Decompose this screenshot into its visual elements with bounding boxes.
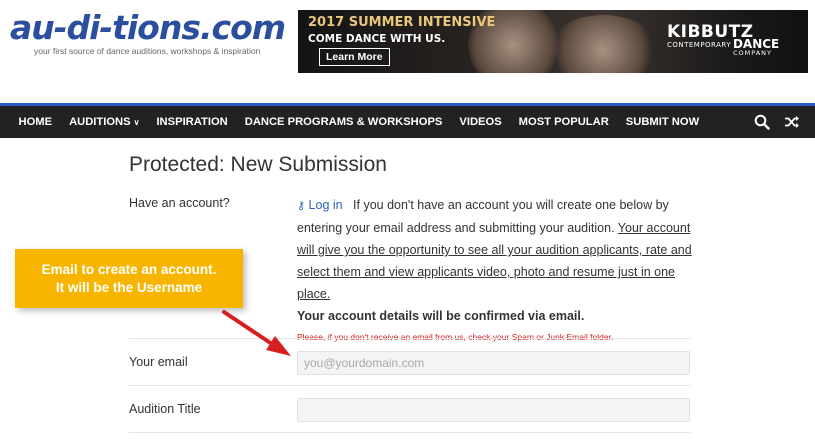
nav-item-home[interactable]: HOME bbox=[10, 106, 61, 138]
have-account-label: Have an account? bbox=[129, 196, 230, 210]
banner-subline: COME DANCE WITH US. bbox=[308, 33, 446, 45]
key-icon[interactable]: ⚷ bbox=[297, 200, 305, 212]
search-icon[interactable] bbox=[754, 114, 770, 130]
site-logo[interactable]: au-di-tions.com your first source of dan… bbox=[10, 10, 286, 57]
divider bbox=[129, 385, 691, 386]
spam-warning-text: Please, if you don't receive an email fr… bbox=[297, 332, 614, 342]
nav-label: SUBMIT NOW bbox=[625, 116, 700, 128]
logo-tagline: your first source of dance auditions, wo… bbox=[34, 46, 261, 56]
callout-line-2: It will be the Username bbox=[55, 280, 203, 295]
learn-more-button[interactable]: Learn More bbox=[319, 48, 390, 66]
audition-title-field[interactable] bbox=[297, 398, 690, 422]
nav-item-auditions[interactable]: AUDITIONS ∨ bbox=[61, 106, 148, 138]
nav-label: DANCE PROGRAMS & WORKSHOPS bbox=[244, 116, 443, 128]
nav-label: VIDEOS bbox=[459, 116, 502, 128]
kibbutz-logo: KIBBUTZ CONTEMPORARY DANCE COMPANY bbox=[667, 24, 779, 58]
callout-line-1: Email to create an account. bbox=[41, 262, 217, 277]
annotation-callout: Email to create an account. It will be t… bbox=[15, 249, 243, 308]
ad-banner[interactable]: 2017 SUMMER INTENSIVE COME DANCE WITH US… bbox=[298, 10, 808, 73]
email-field[interactable] bbox=[297, 351, 690, 375]
shuffle-icon[interactable] bbox=[784, 114, 800, 130]
divider bbox=[129, 338, 691, 339]
nav-item-submit-now[interactable]: SUBMIT NOW bbox=[617, 106, 707, 138]
nav-label: MOST POPULAR bbox=[518, 116, 609, 128]
intro-text: If you don't have an account you will cr… bbox=[297, 198, 669, 235]
confirmation-text: Your account details will be confirmed v… bbox=[297, 309, 585, 323]
divider bbox=[129, 432, 691, 433]
nav-item-dance-programs[interactable]: DANCE PROGRAMS & WORKSHOPS bbox=[236, 106, 451, 138]
nav-label: HOME bbox=[18, 116, 53, 128]
nav-item-inspiration[interactable]: INSPIRATION bbox=[148, 106, 236, 138]
email-label: Your email bbox=[129, 355, 188, 369]
account-info: ⚷ Log in If you don't have an account yo… bbox=[297, 194, 697, 345]
chevron-down-icon: ∨ bbox=[133, 118, 140, 127]
nav-label: INSPIRATION bbox=[156, 116, 228, 128]
nav-item-videos[interactable]: VIDEOS bbox=[451, 106, 510, 138]
dancer-image bbox=[548, 15, 658, 73]
page-title: Protected: New Submission bbox=[129, 153, 387, 176]
nav-item-most-popular[interactable]: MOST POPULAR bbox=[510, 106, 617, 138]
logo-text[interactable]: au-di-tions.com bbox=[10, 10, 286, 46]
nav-label: AUDITIONS bbox=[69, 116, 131, 128]
main-nav: HOME AUDITIONS ∨ INSPIRATION DANCE PROGRA… bbox=[0, 103, 815, 138]
brand-line-3: DANCE bbox=[732, 37, 780, 51]
audition-title-label: Audition Title bbox=[129, 402, 201, 416]
banner-headline: 2017 SUMMER INTENSIVE bbox=[308, 15, 496, 30]
login-link[interactable]: Log in bbox=[309, 198, 343, 212]
